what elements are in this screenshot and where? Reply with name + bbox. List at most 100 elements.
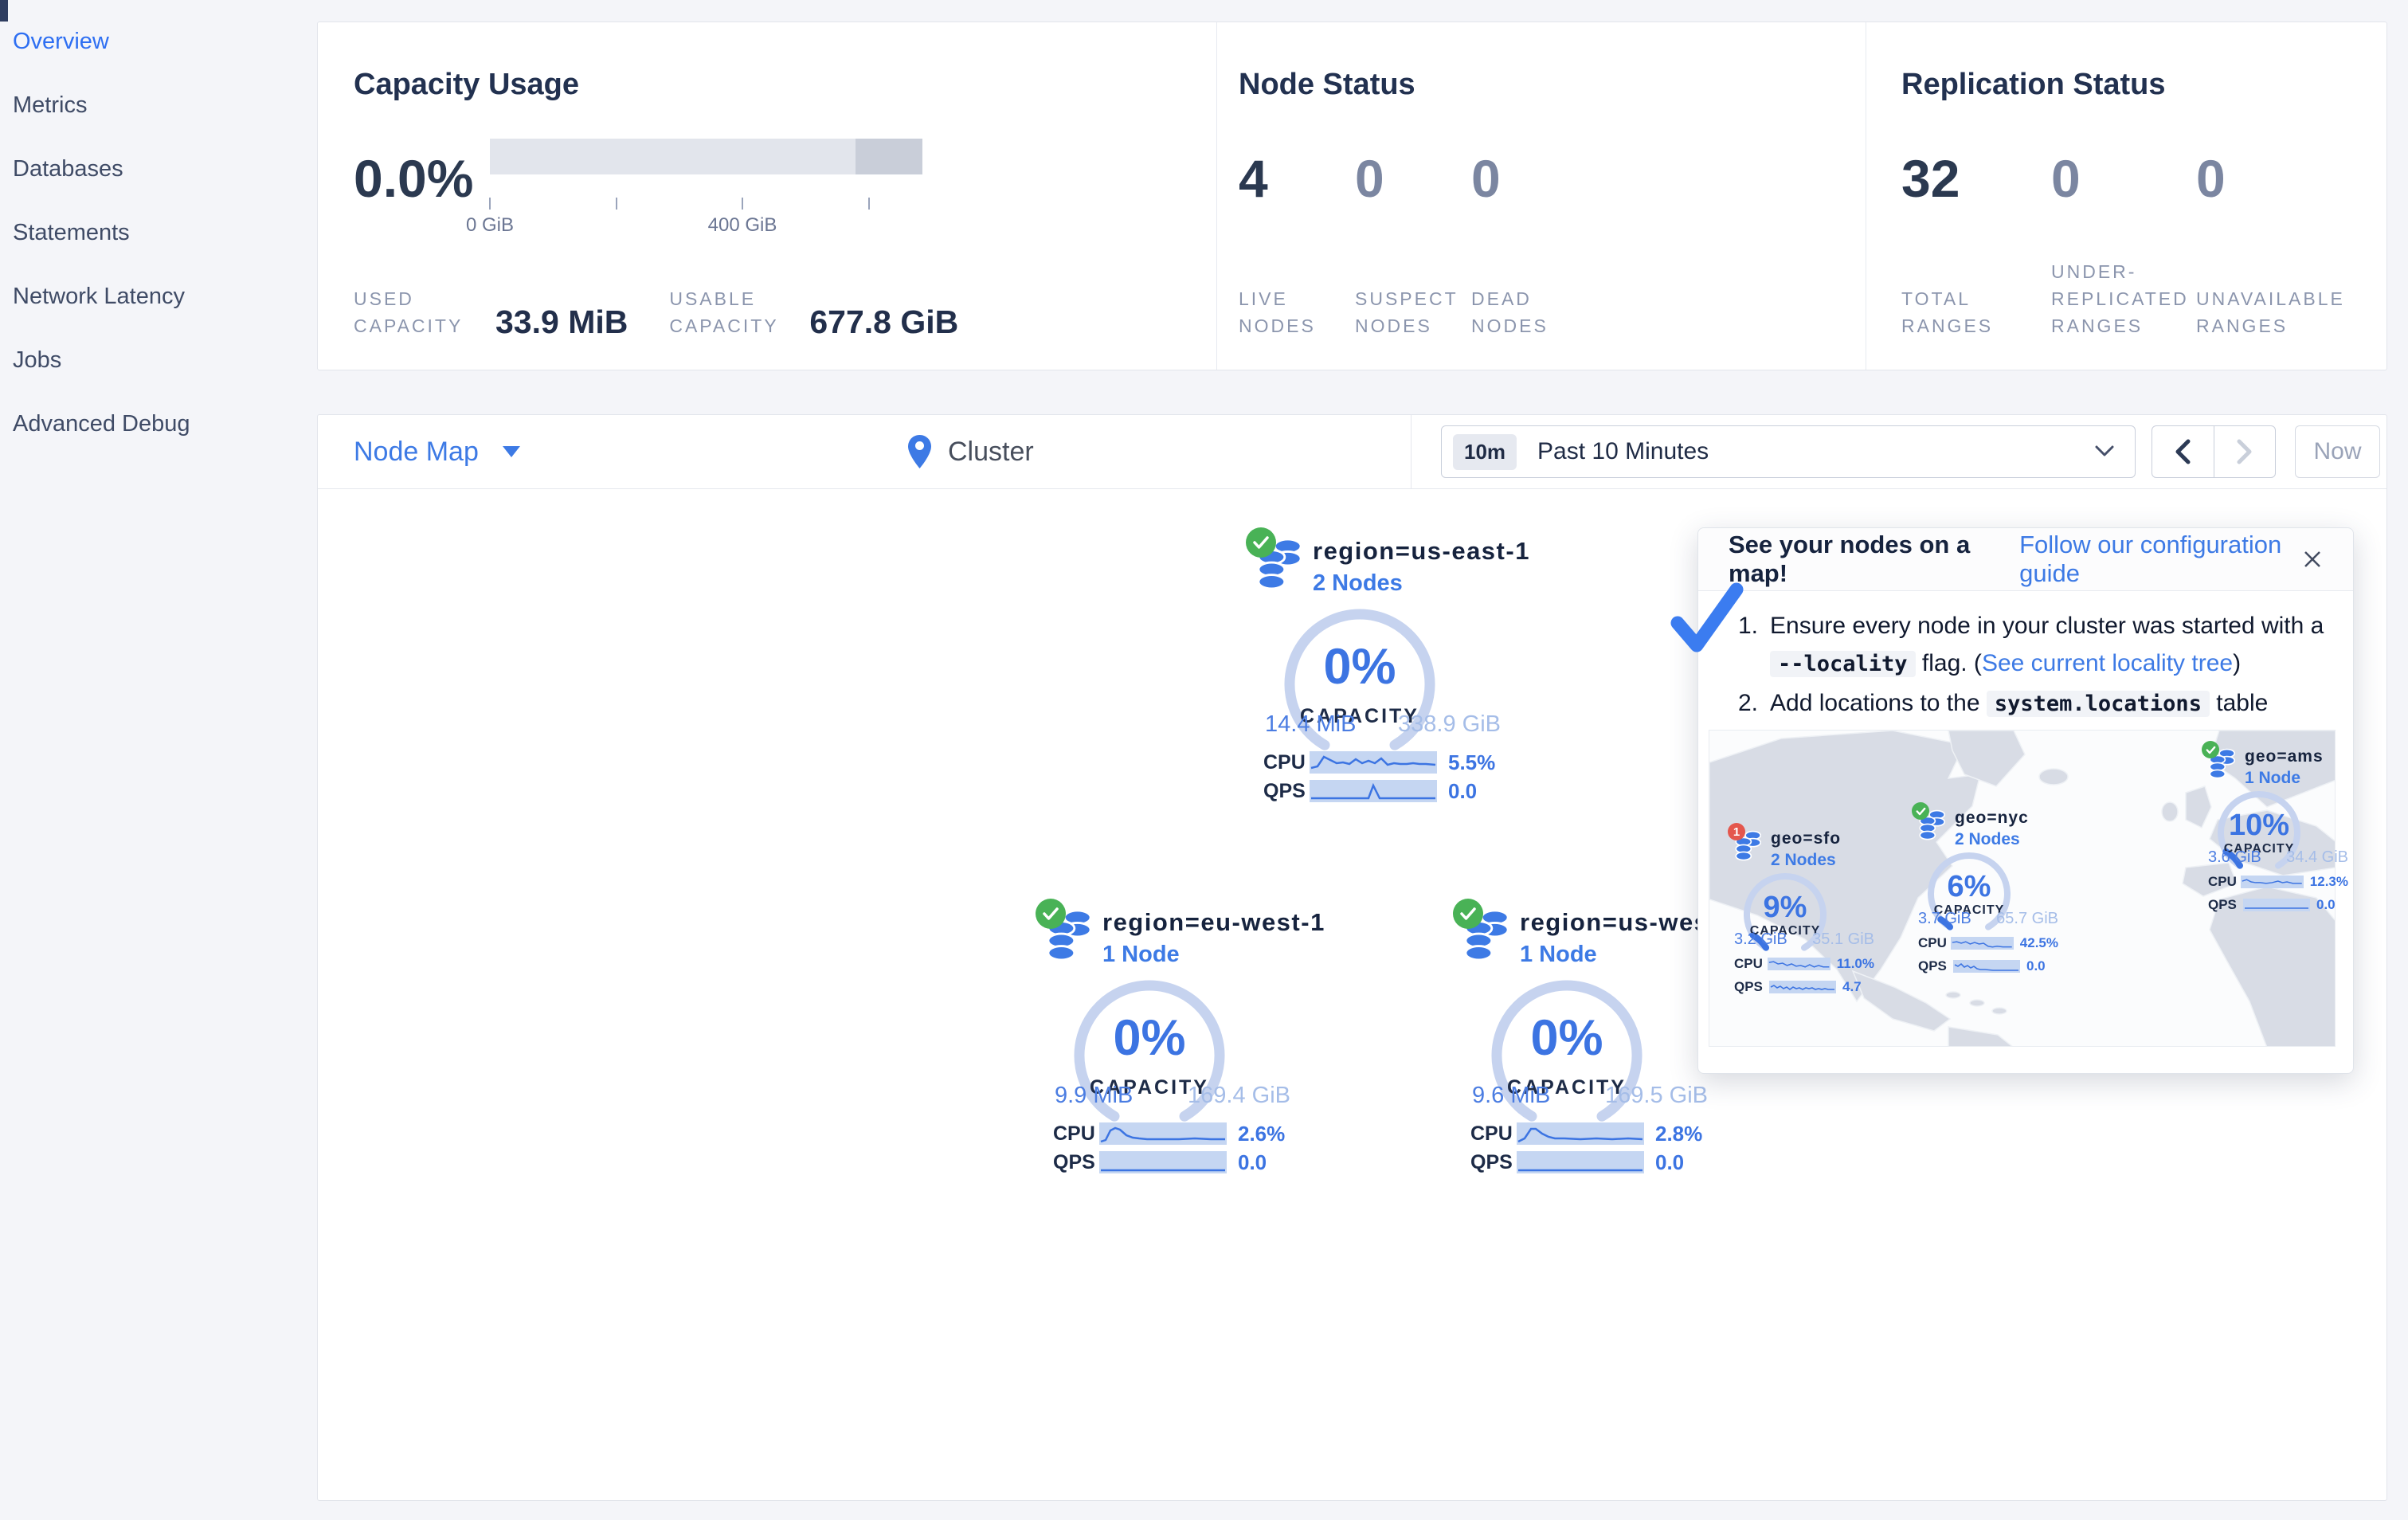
chevron-right-icon: [2237, 439, 2252, 464]
cpu-value: 2.6%: [1238, 1121, 1286, 1146]
cpu-label: CPU: [2208, 874, 2237, 889]
node-map-canvas: region=us-east-1 2 Nodes 0% CAPACITY 14.…: [318, 489, 2386, 1502]
qps-sparkline: [1517, 1151, 1644, 1173]
qps-label: QPS: [1734, 979, 1763, 994]
total-capacity: 34.4 GiB: [2286, 848, 2348, 866]
cluster-overview-page: Overview Metrics Databases Statements Ne…: [0, 0, 2408, 1520]
next-time-button[interactable]: [2213, 426, 2276, 477]
locality-nodes-link[interactable]: 1 Node: [2245, 769, 2324, 788]
locality-tree-link[interactable]: See current locality tree: [1982, 650, 2233, 676]
caret-down-icon: [502, 446, 520, 457]
cpu-value: 42.5%: [2019, 935, 2058, 950]
cluster-summary-panel: Capacity Usage 0.0% 0 GiB 400 GiB USED C…: [317, 22, 2387, 370]
node-status-title: Node Status: [1239, 68, 1415, 101]
close-icon[interactable]: [2302, 549, 2323, 570]
used-capacity: 9.9 MiB: [1055, 1083, 1134, 1108]
dead-nodes-label: DEAD NODES: [1471, 288, 1549, 336]
used-capacity: 3.7 GiB: [1918, 910, 1971, 927]
capacity-usage-title: Capacity Usage: [354, 68, 580, 101]
sidebar-item-metrics[interactable]: Metrics: [0, 73, 315, 137]
replication-status-section: Replication Status 32 0 0 TOTAL RANGES U…: [1901, 22, 2379, 370]
dead-nodes-count: 0: [1471, 149, 1501, 208]
qps-sparkline: [1769, 981, 1836, 993]
view-mode-dropdown[interactable]: Node Map: [354, 415, 520, 488]
node-map-setup-popover: See your nodes on a map! Follow our conf…: [1670, 527, 2354, 1074]
breadcrumb-label: Cluster: [948, 436, 1034, 467]
sidebar-item-network-latency[interactable]: Network Latency: [0, 264, 315, 328]
locality-name: geo=nyc: [1955, 809, 2029, 827]
cpu-sparkline: [2241, 876, 2304, 888]
replication-status-title: Replication Status: [1901, 68, 2166, 101]
under-replicated-ranges-label: UNDER-REPLICATED RANGES: [2051, 261, 2189, 336]
now-button[interactable]: Now: [2295, 425, 2380, 478]
status-ok-icon: [1453, 899, 1483, 929]
big-check-icon: [1670, 582, 1744, 652]
region-group-us-east-1: region=us-east-1 2 Nodes 0% CAPACITY 14.…: [1246, 527, 1529, 803]
locality-group-geo-sfo: 1 geo=sfo 2 Nodes 9% CAPACITY 3.2 GiB 35…: [1728, 823, 1874, 995]
gauge-percent: 0%: [1323, 639, 1396, 695]
qps-value: 0.0: [2316, 897, 2336, 912]
sidebar-item-overview[interactable]: Overview: [0, 10, 315, 73]
qps-value: 0.0: [1655, 1150, 1685, 1174]
locality-name: geo=sfo: [1771, 829, 1842, 848]
cpu-sparkline: [1951, 937, 2014, 950]
gauge-percent: 6%: [1947, 870, 1991, 903]
status-ok-icon: [1246, 527, 1276, 558]
node-status-section: Node Status 4 0 0 LIVE NODES SUSPECT NOD…: [1239, 22, 1844, 370]
locality-nodes-link[interactable]: 2 Nodes: [1955, 830, 2029, 849]
qps-value: 4.7: [1842, 979, 1862, 994]
section-divider: [1216, 22, 1217, 370]
step-text: flag. (: [1915, 650, 1982, 676]
used-capacity-value: 33.9 MiB: [495, 304, 628, 340]
sidebar-item-statements[interactable]: Statements: [0, 201, 315, 264]
unavailable-ranges-label: UNAVAILABLE RANGES: [2196, 288, 2345, 336]
status-ok-icon: [2202, 741, 2219, 758]
total-capacity: 65.7 GiB: [1996, 910, 2058, 927]
region-group-us-west-1: region=us-west-1 1 Node 0% CAPACITY 9.6 …: [1453, 899, 1741, 1174]
total-ranges-label: TOTAL RANGES: [1901, 288, 1994, 336]
status-ok-icon: [1912, 802, 1929, 820]
gauge-percent: 0%: [1113, 1010, 1186, 1066]
node-map-toolbar: Node Map Cluster 10m Past 10 Minutes Now: [318, 415, 2386, 489]
locality-group-geo-nyc: geo=nyc 2 Nodes 6% CAPACITY 3.7 GiB 65.7…: [1912, 802, 2058, 974]
total-capacity: 35.1 GiB: [1812, 930, 1874, 948]
capacity-bar-reserved-segment: [856, 139, 922, 174]
chevron-left-icon: [2175, 439, 2191, 464]
used-capacity: 3.6 GiB: [2208, 848, 2261, 866]
capacity-usage-section: Capacity Usage 0.0% 0 GiB 400 GiB USED C…: [354, 22, 1216, 370]
sidebar-item-databases[interactable]: Databases: [0, 137, 315, 201]
qps-sparkline: [1953, 960, 2020, 973]
suspect-nodes-count: 0: [1355, 149, 1384, 208]
used-capacity: 3.2 GiB: [1734, 930, 1787, 948]
sidebar-item-advanced-debug[interactable]: Advanced Debug: [0, 392, 315, 456]
region-name: region=us-east-1: [1313, 537, 1530, 565]
cpu-label: CPU: [1734, 956, 1763, 971]
cpu-value: 11.0%: [1836, 956, 1874, 971]
step-text: ): [2233, 650, 2242, 676]
breadcrumb[interactable]: Cluster: [907, 415, 1034, 488]
qps-sparkline: [1099, 1151, 1227, 1173]
step-text: Add locations to the: [1770, 690, 1987, 716]
region-nodes-link[interactable]: 1 Node: [1102, 942, 1325, 968]
region-name: region=eu-west-1: [1102, 908, 1325, 936]
usable-capacity-value: 677.8 GiB: [809, 304, 959, 340]
axis-tick: [616, 198, 617, 210]
configuration-guide-link[interactable]: Follow our configuration guide: [2019, 531, 2302, 588]
qps-value: 0.0: [2026, 958, 2046, 974]
used-capacity: 9.6 MiB: [1472, 1083, 1551, 1108]
sidebar-nav: Overview Metrics Databases Statements Ne…: [0, 0, 315, 1520]
cpu-value: 12.3%: [2309, 874, 2348, 889]
cpu-value: 2.8%: [1655, 1121, 1703, 1146]
usable-capacity-label: USABLE CAPACITY: [669, 288, 779, 336]
time-range-dropdown[interactable]: 10m Past 10 Minutes: [1441, 425, 2136, 478]
total-capacity: 338.9 GiB: [1398, 711, 1501, 737]
axis-tick: [868, 198, 870, 210]
qps-value: 0.0: [1448, 778, 1478, 803]
total-ranges-count: 32: [1901, 149, 1960, 208]
sidebar-item-jobs[interactable]: Jobs: [0, 328, 315, 392]
region-nodes-link[interactable]: 2 Nodes: [1313, 570, 1530, 597]
prev-time-button[interactable]: [2152, 426, 2214, 477]
axis-tick: [489, 198, 491, 210]
locality-nodes-link[interactable]: 2 Nodes: [1771, 851, 1841, 870]
qps-label: QPS: [1053, 1150, 1095, 1173]
